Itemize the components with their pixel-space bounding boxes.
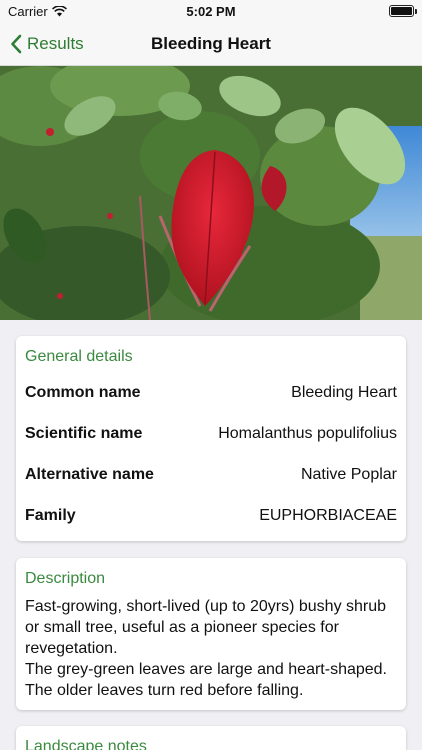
back-button[interactable]: Results [10, 31, 84, 57]
navigation-bar: Results Bleeding Heart [0, 22, 422, 66]
detail-label: Alternative name [25, 465, 154, 483]
detail-value: Bleeding Heart [291, 383, 397, 401]
detail-value: Homalanthus populifolius [218, 424, 397, 442]
landscape-notes-title: Landscape notes [25, 738, 147, 750]
detail-row-common-name: Common name Bleeding Heart [16, 372, 406, 413]
detail-row-scientific-name: Scientific name Homalanthus populifolius [16, 413, 406, 454]
detail-label: Family [25, 506, 76, 524]
general-details-title: General details [25, 348, 133, 365]
status-time: 5:02 PM [186, 4, 236, 19]
detail-value: EUPHORBIACEAE [259, 506, 397, 524]
description-card: Description Fast-growing, short-lived (u… [16, 558, 406, 710]
detail-row-family: Family EUPHORBIACEAE [16, 495, 406, 536]
description-text: Fast-growing, short-lived (up to 20yrs) … [25, 598, 387, 699]
general-details-card: General details Common name Bleeding Hea… [16, 336, 406, 541]
plant-photo [0, 66, 422, 320]
plant-photo-image [0, 66, 422, 320]
detail-row-alternative-name: Alternative name Native Poplar [16, 454, 406, 495]
detail-label: Scientific name [25, 424, 143, 442]
landscape-notes-card: Landscape notes [16, 726, 406, 750]
status-bar: Carrier 5:02 PM [0, 0, 422, 22]
battery-icon [389, 5, 417, 17]
description-title: Description [25, 570, 106, 587]
detail-value: Native Poplar [300, 465, 397, 483]
chevron-left-icon [11, 34, 22, 54]
detail-label: Common name [25, 383, 141, 401]
back-button-label: Results [27, 34, 84, 53]
